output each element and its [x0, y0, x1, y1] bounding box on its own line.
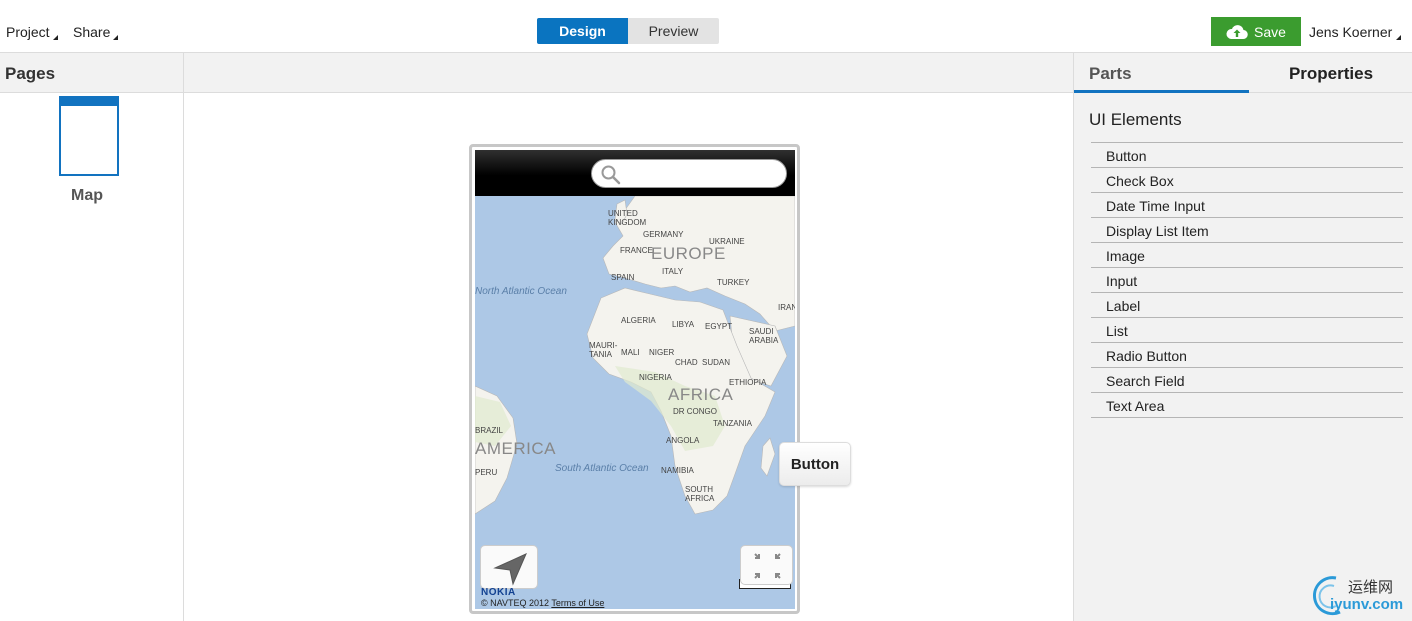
element-check-box[interactable]: Check Box — [1091, 168, 1403, 193]
locate-button[interactable] — [480, 545, 538, 589]
element-display-list-item[interactable]: Display List Item — [1091, 218, 1403, 243]
parts-panel: Parts Properties UI Elements Button Chec… — [1073, 53, 1412, 621]
watermark: 运维网 iyunv.com — [1306, 572, 1412, 618]
map-view[interactable]: UNITED KINGDOM GERMANY FRANCE UKRAINE EUR… — [475, 196, 795, 609]
map-copyright: © NAVTEQ 2012 Terms of Use — [481, 598, 604, 608]
ui-elements-list: Button Check Box Date Time Input Display… — [1091, 142, 1403, 418]
fullscreen-button[interactable] — [740, 545, 793, 585]
element-label[interactable]: Label — [1091, 293, 1403, 318]
element-radio-button[interactable]: Radio Button — [1091, 343, 1403, 368]
project-menu-label: Project — [6, 24, 50, 40]
panel-tabs: Parts Properties — [1074, 53, 1412, 93]
tab-parts[interactable]: Parts — [1074, 53, 1249, 93]
dropdown-corner-icon — [1396, 35, 1402, 40]
element-image[interactable]: Image — [1091, 243, 1403, 268]
element-search-field[interactable]: Search Field — [1091, 368, 1403, 393]
device-header-bar — [475, 150, 795, 196]
page-name: Map — [71, 187, 103, 204]
design-tab[interactable]: Design — [537, 18, 628, 44]
dropdown-corner-icon — [52, 35, 58, 40]
map-label-america: AMERICA — [475, 439, 556, 458]
element-button[interactable]: Button — [1091, 143, 1403, 168]
project-menu[interactable]: Project — [6, 24, 58, 40]
watermark-text-cn: 运维网 — [1348, 579, 1394, 596]
nokia-logo: NOKIA — [481, 587, 516, 598]
map-label-europe: EUROPE — [651, 244, 726, 263]
navigation-arrow-icon — [493, 553, 527, 586]
preview-tab[interactable]: Preview — [628, 18, 719, 44]
canvas-button-element[interactable]: Button — [779, 442, 851, 486]
element-text-area[interactable]: Text Area — [1091, 393, 1403, 418]
map-label-africa: AFRICA — [668, 385, 734, 404]
map-label-north-atlantic: North Atlantic Ocean — [475, 286, 567, 297]
save-button-label: Save — [1254, 23, 1286, 40]
terms-of-use-link[interactable]: Terms of Use — [551, 598, 604, 608]
search-icon — [601, 165, 621, 185]
save-button[interactable]: Save — [1211, 17, 1301, 46]
ui-elements-title: UI Elements — [1089, 110, 1182, 129]
page-thumbnail[interactable] — [59, 96, 119, 176]
map-label-south-atlantic: South Atlantic Ocean — [555, 463, 649, 474]
fullscreen-icon — [754, 553, 781, 579]
watermark-text-url: iyunv.com — [1330, 596, 1404, 613]
cloud-upload-icon — [1226, 24, 1248, 39]
user-name: Jens Koerner — [1309, 24, 1393, 40]
share-menu-label: Share — [73, 24, 111, 40]
page-thumbnail-header — [61, 98, 117, 106]
map-search-field[interactable] — [591, 159, 787, 188]
mode-switch: Design Preview — [537, 18, 719, 44]
copyright-text: © NAVTEQ 2012 — [481, 598, 549, 608]
canvas-header — [184, 53, 1073, 93]
element-input[interactable]: Input — [1091, 268, 1403, 293]
share-menu[interactable]: Share — [73, 24, 119, 40]
element-date-time-input[interactable]: Date Time Input — [1091, 193, 1403, 218]
device-frame: UNITED KINGDOM GERMANY FRANCE UKRAINE EUR… — [469, 144, 800, 614]
user-menu[interactable]: Jens Koerner — [1309, 24, 1402, 40]
pages-panel: Pages Map — [0, 53, 184, 621]
element-list[interactable]: List — [1091, 318, 1403, 343]
dropdown-corner-icon — [113, 35, 119, 40]
pages-title: Pages — [0, 53, 183, 93]
tab-properties[interactable]: Properties — [1249, 53, 1412, 93]
top-toolbar: Project Share Design Preview Save Jens K… — [0, 0, 1412, 53]
